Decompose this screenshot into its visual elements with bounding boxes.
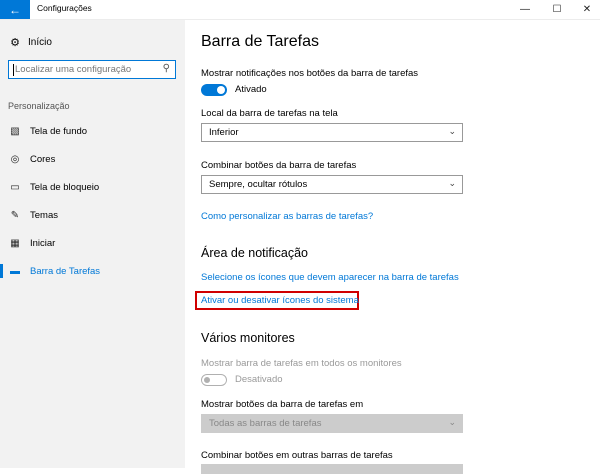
show-all-displays-state: Desativado bbox=[235, 374, 283, 385]
text-caret bbox=[13, 64, 14, 76]
sidebar-item-start[interactable]: ▦ Iniciar bbox=[0, 232, 185, 254]
search-input[interactable]: Localizar uma configuração bbox=[15, 64, 131, 75]
main-content: Barra de Tarefas Mostrar notificações no… bbox=[195, 20, 591, 474]
taskbar-icon: ▬ bbox=[10, 265, 20, 277]
home-label: Início bbox=[28, 37, 52, 48]
back-arrow-icon: ← bbox=[9, 2, 21, 17]
badges-toggle[interactable] bbox=[201, 84, 227, 96]
maximize-icon: ☐ bbox=[552, 4, 562, 15]
palette-icon: ◎ bbox=[10, 153, 20, 165]
sidebar-item-label: Iniciar bbox=[30, 237, 56, 249]
window-title: Configurações bbox=[37, 3, 92, 13]
title-bar: ← Configurações — ☐ ✕ bbox=[0, 0, 600, 20]
badges-label: Mostrar notificações nos botões da barra… bbox=[201, 68, 419, 79]
close-button[interactable]: ✕ bbox=[572, 0, 600, 19]
brush-icon: ✎ bbox=[10, 209, 20, 221]
sidebar-item-lock-screen[interactable]: ▭ Tela de bloqueio bbox=[0, 176, 185, 198]
home-nav-item[interactable]: ⚙ Início bbox=[8, 36, 52, 49]
sidebar-item-label: Temas bbox=[30, 209, 58, 221]
badges-toggle-state: Ativado bbox=[235, 84, 267, 95]
toggle-knob bbox=[204, 376, 210, 383]
chevron-down-icon: ⌄ bbox=[448, 417, 456, 427]
show-all-displays-label: Mostrar barra de tarefas em todos os mon… bbox=[201, 358, 402, 369]
location-label: Local da barra de tarefas na tela bbox=[201, 108, 338, 119]
search-icon[interactable]: ⚲ bbox=[163, 63, 170, 74]
search-box[interactable]: Localizar uma configuração ⚲ bbox=[8, 60, 176, 79]
sidebar-item-label: Tela de bloqueio bbox=[30, 181, 100, 193]
maximize-button[interactable]: ☐ bbox=[542, 0, 572, 19]
sidebar-item-themes[interactable]: ✎ Temas bbox=[0, 204, 185, 226]
combine-value: Sempre, ocultar rótulos bbox=[209, 179, 308, 190]
location-value: Inferior bbox=[209, 127, 239, 138]
gear-icon: ⚙ bbox=[10, 37, 20, 49]
show-buttons-value: Todas as barras de tarefas bbox=[209, 418, 322, 429]
select-icons-link[interactable]: Selecione os ícones que devem aparecer n… bbox=[201, 272, 459, 283]
chevron-down-icon: ⌄ bbox=[448, 126, 456, 136]
picture-icon: ▧ bbox=[10, 125, 20, 137]
sidebar-item-label: Tela de fundo bbox=[30, 125, 88, 137]
sidebar-item-label: Barra de Tarefas bbox=[30, 265, 101, 277]
show-buttons-select[interactable]: Todas as barras de tarefas ⌄ bbox=[201, 414, 463, 433]
sidebar: ⚙ Início Localizar uma configuração ⚲ Pe… bbox=[0, 20, 185, 468]
multiple-displays-heading: Vários monitores bbox=[201, 331, 295, 345]
system-icons-link[interactable]: Ativar ou desativar ícones do sistema bbox=[201, 295, 359, 306]
show-all-displays-toggle[interactable] bbox=[201, 374, 227, 386]
minimize-icon: — bbox=[520, 4, 530, 15]
lock-screen-icon: ▭ bbox=[10, 181, 20, 193]
notification-area-heading: Área de notificação bbox=[201, 246, 309, 260]
location-select[interactable]: Inferior ⌄ bbox=[201, 123, 463, 142]
close-icon: ✕ bbox=[582, 4, 592, 15]
sidebar-item-taskbar[interactable]: ▬ Barra de Tarefas bbox=[0, 260, 185, 282]
combine-other-label: Combinar botões em outras barras de tare… bbox=[201, 450, 393, 461]
customize-taskbar-link[interactable]: Como personalizar as barras de tarefas? bbox=[201, 211, 373, 222]
show-buttons-label: Mostrar botões da barra de tarefas em bbox=[201, 399, 364, 410]
sidebar-item-background[interactable]: ▧ Tela de fundo bbox=[0, 120, 185, 142]
sidebar-item-label: Cores bbox=[30, 153, 56, 165]
back-button[interactable]: ← bbox=[0, 0, 30, 19]
combine-label: Combinar botões da barra de tarefas bbox=[201, 160, 357, 171]
page-title: Barra de Tarefas bbox=[201, 33, 319, 50]
chevron-down-icon: ⌄ bbox=[448, 178, 456, 188]
section-label: Personalização bbox=[8, 101, 70, 111]
combine-other-select[interactable] bbox=[201, 464, 463, 474]
start-icon: ▦ bbox=[10, 237, 20, 249]
toggle-knob bbox=[217, 86, 225, 94]
combine-select[interactable]: Sempre, ocultar rótulos ⌄ bbox=[201, 175, 463, 194]
minimize-button[interactable]: — bbox=[510, 0, 540, 19]
sidebar-item-colors[interactable]: ◎ Cores bbox=[0, 148, 185, 170]
